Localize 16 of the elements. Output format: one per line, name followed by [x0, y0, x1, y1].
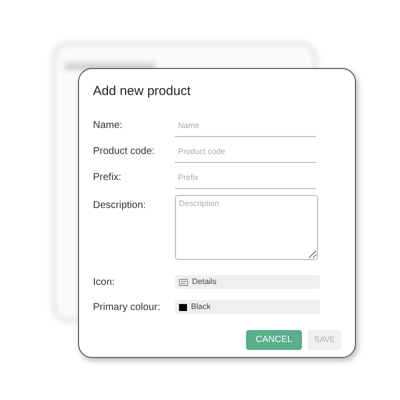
text-field[interactable]: Product code	[175, 140, 316, 162]
field-label: Description:	[93, 198, 147, 212]
field-label: Primary colour:	[93, 300, 162, 314]
dialog-title: Add new product	[93, 82, 192, 100]
text-field[interactable]: Name	[175, 114, 316, 136]
description-field[interactable]: Description	[175, 194, 318, 260]
field-label: Name:	[93, 119, 124, 133]
select-value: Black	[191, 301, 211, 313]
field-label: Prefix:	[93, 171, 122, 185]
field-label: Icon:	[93, 276, 116, 290]
select-field[interactable]: Black	[175, 300, 320, 314]
card-icon	[179, 278, 188, 286]
select-value: Details	[192, 276, 216, 288]
text-field[interactable]: Prefix	[175, 166, 316, 188]
field-label: Product code:	[93, 145, 156, 159]
select-field[interactable]: Details	[175, 275, 320, 289]
